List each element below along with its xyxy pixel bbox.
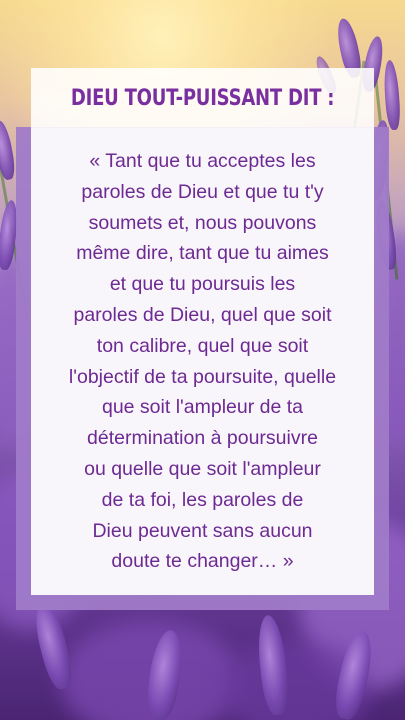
quote-line: ton calibre, quel que soit xyxy=(96,334,309,357)
quote-line: que soit l'ampleur de ta xyxy=(101,396,303,419)
quote-card-header: DIEU TOUT-PUISSANT DIT : xyxy=(31,68,374,128)
quote-line: soumets et, nous pouvons xyxy=(88,211,317,234)
quote-line: et que tu poursuis les xyxy=(109,273,296,296)
quote-line: doute te changer… » xyxy=(111,550,294,573)
quote-line: Dieu peuvent sans aucun xyxy=(92,519,313,542)
quote-text: « Tant que tu acceptes les paroles de Di… xyxy=(47,146,358,577)
quote-line: « Tant que tu acceptes les xyxy=(89,150,316,172)
quote-line: paroles de Dieu et que tu t'y xyxy=(81,180,324,203)
quote-line: ou quelle que soit l'ampleur xyxy=(84,457,321,480)
quote-line: paroles de Dieu, quel que soit xyxy=(73,303,332,326)
quote-line: de ta foi, les paroles de xyxy=(101,488,304,511)
page-title: DIEU TOUT-PUISSANT DIT : xyxy=(70,85,335,111)
quote-line: l'objectif de ta poursuite, quelle xyxy=(68,365,337,388)
quote-line: même dire, tant que tu aimes xyxy=(76,242,329,265)
quote-card-body: « Tant que tu acceptes les paroles de Di… xyxy=(31,128,374,595)
quote-line: détermination à poursuivre xyxy=(87,427,318,450)
